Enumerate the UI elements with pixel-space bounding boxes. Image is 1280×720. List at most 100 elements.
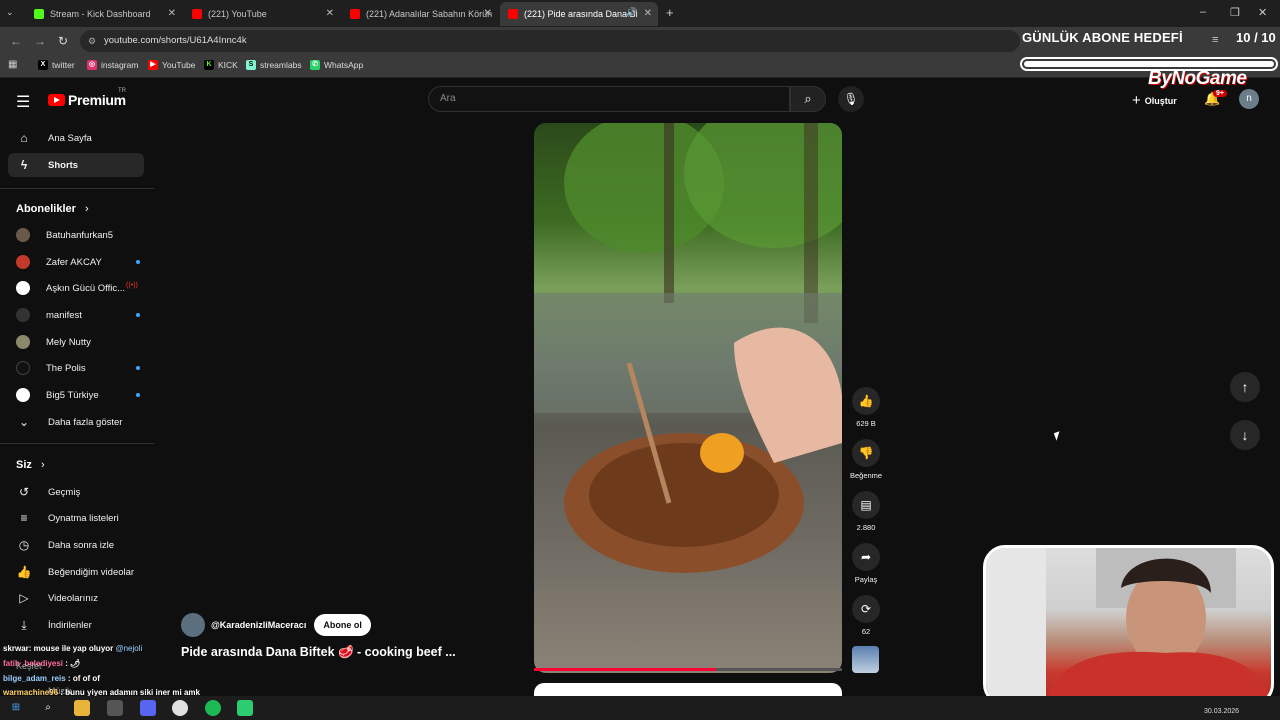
discord-icon[interactable] <box>140 700 156 716</box>
video-frame <box>534 123 842 573</box>
restore-icon[interactable]: ❐ <box>1230 6 1240 19</box>
new-content-dot <box>136 313 140 317</box>
app-icon[interactable] <box>107 700 123 716</box>
streamlabs-icon[interactable] <box>237 700 253 716</box>
tab-youtube-home[interactable]: (221) YouTube ✕ <box>184 2 340 26</box>
window-close-icon[interactable]: ✕ <box>1258 6 1267 19</box>
search-input[interactable]: Ara <box>428 86 790 112</box>
speaker-icon[interactable]: 🔊 <box>626 7 637 18</box>
sidebar-item-label: Ana Sayfa <box>48 132 92 144</box>
next-short-button[interactable]: ↓ <box>1230 420 1260 450</box>
forward-icon[interactable]: → <box>34 34 46 48</box>
voice-search-button[interactable]: 🎙 <box>838 86 864 112</box>
share-button[interactable]: ➦ Paylaş <box>850 543 882 584</box>
channel-name[interactable]: @KaradenizliMaceracı <box>211 620 306 630</box>
avatar[interactable]: n <box>1239 89 1259 109</box>
browser-tab-bar: ⌄ Stream - Kick Dashboard ✕ (221) YouTub… <box>0 0 1280 27</box>
dislike-button[interactable]: 👎 Beğenme <box>850 439 882 480</box>
close-icon[interactable]: ✕ <box>644 8 652 19</box>
subscribe-button[interactable]: Abone ol <box>314 614 371 636</box>
tab-kick-dashboard[interactable]: Stream - Kick Dashboard ✕ <box>26 2 182 26</box>
chat-message: skrwar: mouse ile yap oluyor @nejoli <box>3 644 142 653</box>
brand-logo: ByNoGame <box>1148 68 1247 89</box>
sidebar-item-label: Aşkın Gücü Offic... <box>46 282 126 294</box>
sidebar-sub-item[interactable]: Zafer AKCAY <box>8 250 144 274</box>
spotify-icon[interactable] <box>205 700 221 716</box>
sidebar-item-watch-later[interactable]: ◷ Daha sonra izle <box>8 533 144 557</box>
bookmark-label: instagram <box>101 60 139 70</box>
webcam-feed <box>986 548 1271 703</box>
back-icon[interactable]: ← <box>10 34 22 48</box>
reload-icon[interactable]: ↻ <box>58 34 68 48</box>
comments-button[interactable]: ▤ 2.880 <box>850 491 882 532</box>
like-button[interactable]: 👍 629 B <box>850 387 882 428</box>
bookmark-twitter[interactable]: Xtwitter <box>38 60 75 70</box>
sidebar-item-liked[interactable]: 👍 Beğendiğim videolar <box>8 560 144 584</box>
bookmark-instagram[interactable]: ◎ instagram <box>87 60 138 70</box>
sidebar-sub-item[interactable]: Aşkın Gücü Offic... ((•)) <box>8 276 144 300</box>
video-progress-bar[interactable] <box>534 668 842 671</box>
new-tab-icon[interactable]: + <box>666 5 674 20</box>
video-title[interactable]: Pide arasında Dana Biftek 🥩 - cooking be… <box>181 645 456 660</box>
chrome-icon[interactable] <box>172 700 188 716</box>
bookmark-whatsapp[interactable]: ✆ WhatsApp <box>310 60 363 70</box>
remix-button[interactable]: ⟳ 62 <box>850 595 882 636</box>
channel-avatar[interactable] <box>181 613 205 637</box>
windows-start-icon[interactable]: ⊞ <box>8 700 24 716</box>
close-icon[interactable]: ✕ <box>168 8 176 19</box>
close-icon[interactable]: ✕ <box>484 8 492 19</box>
sidebar-show-more[interactable]: ⌄ Daha fazla göster <box>8 410 144 434</box>
sidebar-item-home[interactable]: ⌂ Ana Sayfa <box>8 126 144 150</box>
sidebar-item-playlists[interactable]: ≡ Oynatma listeleri <box>8 506 144 530</box>
you-heading[interactable]: Siz › <box>16 459 45 471</box>
search-button[interactable]: ⌕ <box>790 86 826 112</box>
sidebar-sub-item[interactable]: Big5 Türkiye <box>8 383 144 407</box>
kick-icon: K <box>204 60 214 70</box>
close-icon[interactable]: ✕ <box>326 8 334 19</box>
system-date: 30.03.2026 <box>1204 708 1240 715</box>
channel-avatar <box>16 388 30 402</box>
comment-icon: ▤ <box>852 491 880 519</box>
sidebar-item-your-videos[interactable]: ▷ Videolarınız <box>8 586 144 610</box>
tab-search-icon[interactable]: ≡ <box>1212 34 1218 46</box>
previous-short-button[interactable]: ↑ <box>1230 372 1260 402</box>
new-content-dot <box>136 260 140 264</box>
chevron-right-icon: › <box>84 203 89 215</box>
sound-thumbnail[interactable] <box>852 646 879 673</box>
sidebar-item-explore[interactable]: Keşfet <box>16 661 42 671</box>
bookmark-kick[interactable]: K KICK <box>204 60 238 70</box>
subscriptions-heading[interactable]: Abonelikler › <box>16 203 89 215</box>
bookmark-streamlabs[interactable]: Sstreamlabs <box>246 60 302 70</box>
you-label: Siz <box>16 459 32 471</box>
goal-title: GÜNLÜK ABONE HEDEFİ <box>1022 30 1183 45</box>
shorts-video-player[interactable] <box>534 123 842 673</box>
sidebar-item-history[interactable]: ↺ Geçmiş <box>8 480 144 504</box>
share-icon: ➦ <box>852 543 880 571</box>
tab-youtube-video[interactable]: (221) Adanalılar Sabahın Körün ✕ <box>342 2 498 26</box>
chat-mention: @nejoli <box>115 644 143 653</box>
create-button[interactable]: + Oluştur <box>1132 92 1177 109</box>
sidebar-item-label: manifest <box>46 309 82 321</box>
site-info-icon[interactable]: ⚙ <box>88 30 96 52</box>
sidebar-item-label: Big5 Türkiye <box>46 389 99 401</box>
apps-grid-icon[interactable]: ▦ <box>8 59 17 70</box>
home-icon: ⌂ <box>20 131 28 145</box>
url-field[interactable]: ⚙ youtube.com/shorts/U61A4Innc4k <box>80 30 1020 52</box>
bookmark-label: WhatsApp <box>324 60 364 70</box>
download-icon: ⤓ <box>21 617 27 632</box>
sidebar-sub-item[interactable]: Batuhanfurkan5 <box>8 223 144 247</box>
file-explorer-icon[interactable] <box>74 700 90 716</box>
search-icon[interactable]: ⌕ <box>40 700 56 716</box>
tab-youtube-short-active[interactable]: (221) Pide arasında Dana Bi 🔊 ✕ <box>500 2 658 26</box>
sidebar-sub-item[interactable]: manifest <box>8 303 144 327</box>
sidebar-item-downloads[interactable]: ⤓ İndirilenler <box>8 613 144 637</box>
youtube-premium-logo[interactable]: Premium TR <box>48 88 126 108</box>
minimize-icon[interactable]: – <box>1200 6 1206 18</box>
chat-user: bilge_adam_reis <box>3 674 66 683</box>
sidebar-sub-item[interactable]: Mely Nutty <box>8 330 144 354</box>
bookmark-youtube[interactable]: ▶ YouTube <box>148 60 195 70</box>
sidebar-item-shorts[interactable]: ϟ Shorts <box>8 153 144 177</box>
hamburger-menu-icon[interactable]: ☰ <box>16 92 30 112</box>
tab-search-icon[interactable]: ⌄ <box>6 7 14 18</box>
sidebar-sub-item[interactable]: The Polis <box>8 356 144 380</box>
